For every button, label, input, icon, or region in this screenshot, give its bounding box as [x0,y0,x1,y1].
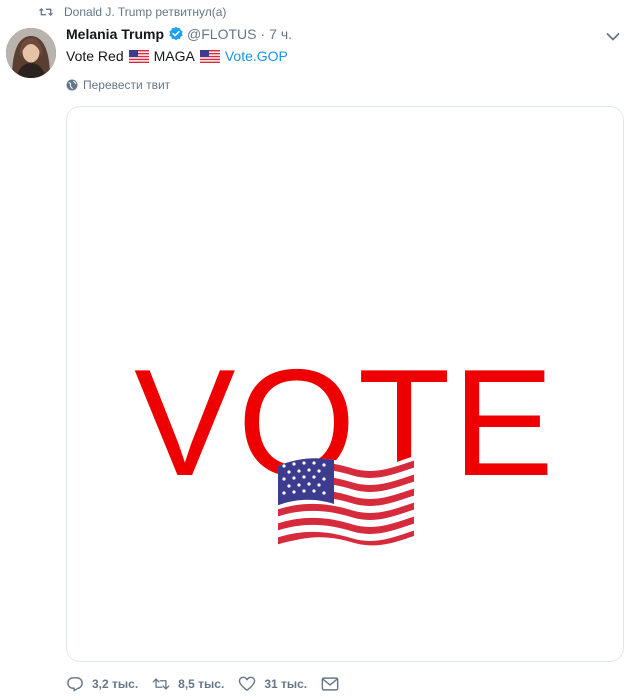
retweet-button[interactable]: 8,5 тыс. [152,676,224,692]
like-button[interactable]: 31 тыс. [238,676,307,692]
verified-badge-icon [169,26,183,41]
retweet-icon [152,678,170,690]
tweet-text-part: Vote Red [66,48,124,64]
reply-button[interactable]: 3,2 тыс. [66,676,138,692]
us-flag-icon [199,49,220,63]
tweet-text: Vote Red MAGA Vote.GOP [66,48,288,64]
author-handle[interactable]: @FLOTUS [187,26,256,42]
like-count: 31 тыс. [264,677,308,691]
heart-icon [239,676,256,691]
retweet-count: 8,5 тыс. [178,677,225,691]
us-flag-icon [128,49,149,63]
separator-dot: · [260,26,266,42]
envelope-icon [321,677,339,691]
translate-label: Перевести твит [83,78,171,92]
author-name[interactable]: Melania Trump [66,26,164,42]
retweet-icon [38,8,54,16]
tweet-link[interactable]: Vote.GOP [225,48,288,64]
reply-icon [67,677,83,692]
translate-tweet-link[interactable]: Перевести твит [66,78,170,92]
globe-icon [66,79,78,91]
chevron-down-icon[interactable] [606,32,620,42]
retweet-context: Donald J. Trump ретвитнул(а) [38,5,226,19]
reply-count: 3,2 тыс. [92,677,139,691]
tweet-text-part: MAGA [153,48,195,64]
us-flag-icon [278,456,414,546]
tweet-header: Melania Trump @FLOTUS · 7 ч. [66,26,292,42]
tweet-actions: 3,2 тыс. 8,5 тыс. 31 тыс. [66,676,361,692]
tweet-media[interactable]: VOTE [66,106,624,662]
avatar[interactable] [6,28,56,78]
direct-message-button[interactable] [321,676,347,692]
retweet-context-text: Donald J. Trump ретвитнул(а) [64,5,227,19]
tweet-timestamp[interactable]: 7 ч. [269,26,292,42]
